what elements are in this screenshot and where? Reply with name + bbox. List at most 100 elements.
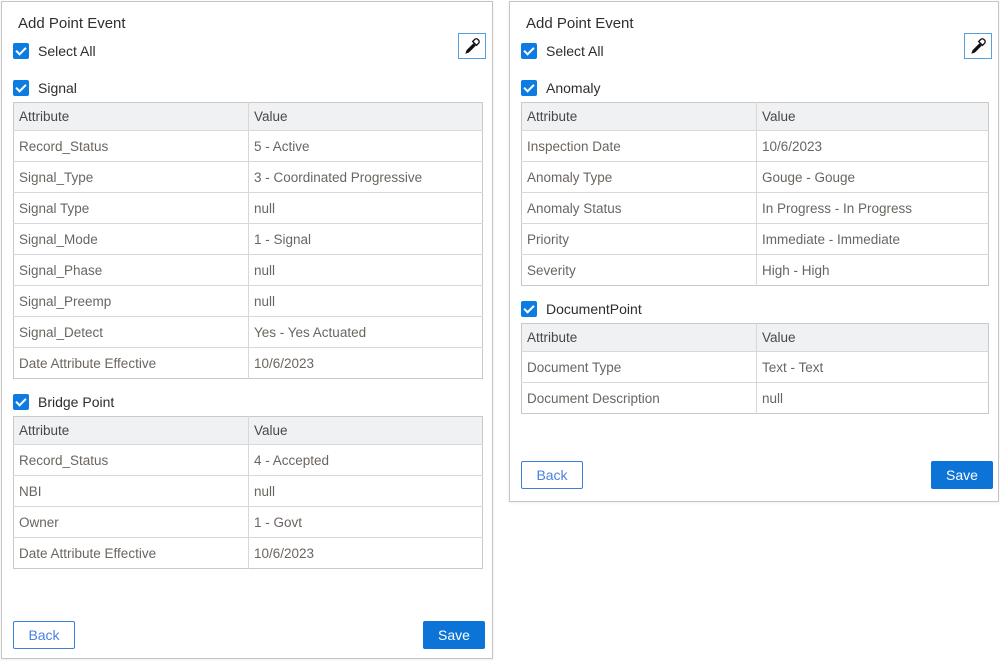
add-point-event-panel-left: Add Point Event Select All Signal Attrib… (1, 1, 493, 659)
group-label-bridge-point: Bridge Point (38, 394, 114, 410)
group-label-anomaly: Anomaly (546, 80, 600, 96)
column-header-attribute: Attribute (14, 103, 249, 131)
attribute-cell: Inspection Date (522, 131, 757, 162)
value-cell: 3 - Coordinated Progressive (249, 162, 483, 193)
value-cell: null (757, 383, 989, 414)
select-all-label: Select All (546, 43, 604, 59)
table-row: Date Attribute Effective 10/6/2023 (14, 348, 483, 379)
select-all-label: Select All (38, 43, 96, 59)
value-cell: null (249, 476, 483, 507)
group-checkbox-bridge-point[interactable] (13, 394, 29, 410)
select-all-checkbox[interactable] (13, 43, 29, 59)
table-row: Document Type Text - Text (522, 352, 989, 383)
attribute-cell: Signal_Mode (14, 224, 249, 255)
button-row: Back Save (13, 621, 485, 649)
page-title: Add Point Event (526, 15, 989, 33)
attribute-cell: Record_Status (14, 131, 249, 162)
value-cell: Yes - Yes Actuated (249, 317, 483, 348)
eyedropper-button[interactable] (458, 33, 486, 59)
group-row-anomaly: Anomaly (521, 79, 989, 96)
attribute-cell: Priority (522, 224, 757, 255)
attribute-cell: Document Description (522, 383, 757, 414)
select-all-checkbox[interactable] (521, 43, 537, 59)
column-header-value: Value (249, 417, 483, 445)
group-label-documentpoint: DocumentPoint (546, 301, 642, 317)
value-cell: 1 - Govt (249, 507, 483, 538)
table-row: Priority Immediate - Immediate (522, 224, 989, 255)
value-cell: 1 - Signal (249, 224, 483, 255)
table-row: Signal_Detect Yes - Yes Actuated (14, 317, 483, 348)
attribute-cell: Document Type (522, 352, 757, 383)
save-button[interactable]: Save (931, 461, 993, 489)
attribute-table-signal: Attribute Value Record_Status 5 - Active… (13, 102, 483, 379)
attribute-cell: Signal_Detect (14, 317, 249, 348)
table-row: Anomaly Type Gouge - Gouge (522, 162, 989, 193)
group-checkbox-documentpoint[interactable] (521, 301, 537, 317)
eyedropper-icon (969, 37, 987, 55)
group-row-bridge-point: Bridge Point (13, 393, 483, 410)
value-cell: Immediate - Immediate (757, 224, 989, 255)
value-cell: 10/6/2023 (249, 348, 483, 379)
column-header-value: Value (757, 103, 989, 131)
table-row: Document Description null (522, 383, 989, 414)
attribute-cell: Signal_Phase (14, 255, 249, 286)
attribute-cell: Signal_Type (14, 162, 249, 193)
value-cell: 10/6/2023 (249, 538, 483, 569)
attribute-table-anomaly: Attribute Value Inspection Date 10/6/202… (521, 102, 989, 286)
column-header-attribute: Attribute (522, 103, 757, 131)
attribute-cell: Anomaly Type (522, 162, 757, 193)
group-row-signal: Signal (13, 79, 483, 96)
table-row: Owner 1 - Govt (14, 507, 483, 538)
attribute-cell: Signal Type (14, 193, 249, 224)
table-header-row: Attribute Value (14, 417, 483, 445)
attribute-cell: Signal_Preemp (14, 286, 249, 317)
value-cell: 10/6/2023 (757, 131, 989, 162)
back-button[interactable]: Back (521, 461, 583, 489)
attribute-cell: Record_Status (14, 445, 249, 476)
table-row: NBI null (14, 476, 483, 507)
table-header-row: Attribute Value (522, 103, 989, 131)
eyedropper-button[interactable] (964, 33, 992, 59)
table-row: Signal_Phase null (14, 255, 483, 286)
table-header-row: Attribute Value (522, 324, 989, 352)
button-row: Back Save (521, 461, 993, 489)
group-checkbox-anomaly[interactable] (521, 80, 537, 96)
value-cell: Gouge - Gouge (757, 162, 989, 193)
value-cell: null (249, 255, 483, 286)
value-cell: 4 - Accepted (249, 445, 483, 476)
table-row: Inspection Date 10/6/2023 (522, 131, 989, 162)
attribute-cell: Anomaly Status (522, 193, 757, 224)
table-header-row: Attribute Value (14, 103, 483, 131)
value-cell: 5 - Active (249, 131, 483, 162)
value-cell: High - High (757, 255, 989, 286)
column-header-value: Value (757, 324, 989, 352)
table-row: Signal_Mode 1 - Signal (14, 224, 483, 255)
attribute-cell: Date Attribute Effective (14, 538, 249, 569)
column-header-attribute: Attribute (522, 324, 757, 352)
column-header-attribute: Attribute (14, 417, 249, 445)
group-label-signal: Signal (38, 80, 77, 96)
table-row: Signal_Preemp null (14, 286, 483, 317)
page-title: Add Point Event (18, 15, 483, 33)
value-cell: null (249, 193, 483, 224)
table-row: Date Attribute Effective 10/6/2023 (14, 538, 483, 569)
attribute-cell: Severity (522, 255, 757, 286)
save-button[interactable]: Save (423, 621, 485, 649)
attribute-cell: NBI (14, 476, 249, 507)
select-all-row: Select All (13, 42, 483, 59)
table-row: Record_Status 4 - Accepted (14, 445, 483, 476)
column-header-value: Value (249, 103, 483, 131)
table-row: Anomaly Status In Progress - In Progress (522, 193, 989, 224)
eyedropper-icon (463, 37, 481, 55)
attribute-table-documentpoint: Attribute Value Document Type Text - Tex… (521, 323, 989, 414)
back-button[interactable]: Back (13, 621, 75, 649)
attribute-table-bridge-point: Attribute Value Record_Status 4 - Accept… (13, 416, 483, 569)
table-row: Signal_Type 3 - Coordinated Progressive (14, 162, 483, 193)
table-row: Record_Status 5 - Active (14, 131, 483, 162)
value-cell: null (249, 286, 483, 317)
value-cell: Text - Text (757, 352, 989, 383)
group-row-documentpoint: DocumentPoint (521, 300, 989, 317)
group-checkbox-signal[interactable] (13, 80, 29, 96)
value-cell: In Progress - In Progress (757, 193, 989, 224)
add-point-event-panel-right: Add Point Event Select All Anomaly Attri… (509, 1, 999, 502)
